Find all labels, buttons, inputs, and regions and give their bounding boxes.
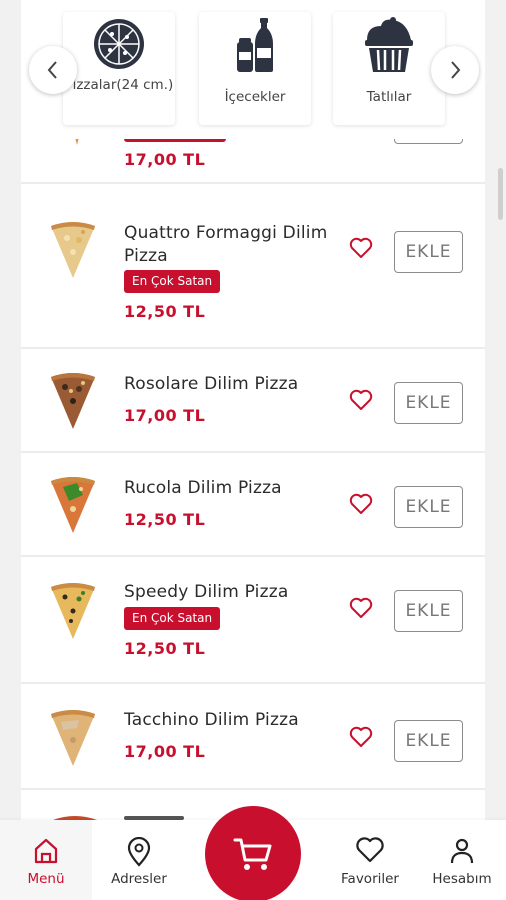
- chevron-right-icon: [451, 61, 461, 79]
- pizza-slice-image: [51, 583, 95, 639]
- heart-icon[interactable]: [349, 726, 373, 748]
- nav-label: Favoriler: [341, 871, 399, 887]
- heart-icon[interactable]: [349, 237, 373, 259]
- nav-label: Hesabım: [432, 871, 492, 887]
- product-name: Tacchino Dilim Pizza: [124, 710, 299, 730]
- user-icon: [450, 838, 474, 864]
- heart-icon[interactable]: [349, 493, 373, 515]
- product-price: 12,50 TL: [124, 302, 206, 321]
- pizza-slice-image: [51, 477, 95, 533]
- nav-label: Adresler: [111, 871, 167, 887]
- pizza-icon: [94, 19, 144, 69]
- product-price: 12,50 TL: [124, 510, 206, 529]
- product-name: Rosolare Dilim Pizza: [124, 374, 299, 394]
- pizza-slice-image: [51, 373, 95, 429]
- drinks-icon: [237, 18, 273, 72]
- list-item[interactable]: Rosolare Dilim Pizza 17,00 TL EKLE: [21, 351, 485, 453]
- category-desserts[interactable]: Tatlılar: [333, 12, 445, 125]
- category-label: Pizzalar(24 cm.): [64, 77, 174, 93]
- home-icon: [34, 838, 58, 864]
- category-pizzas[interactable]: Pizzalar(24 cm.): [63, 12, 175, 125]
- best-seller-badge: En Çok Satan: [124, 607, 221, 630]
- cupcake-icon: [365, 17, 413, 72]
- pizza-slice-image: [51, 222, 95, 278]
- list-item[interactable]: Tacchino Dilim Pizza 17,00 TL EKLE: [21, 686, 485, 790]
- pizza-slice-image: [51, 710, 95, 766]
- heart-icon: [356, 837, 384, 863]
- add-button[interactable]: EKLE: [394, 382, 463, 424]
- list-item[interactable]: Rucola Dilim Pizza 12,50 TL EKLE: [21, 455, 485, 557]
- product-name: Rucola Dilim Pizza: [124, 478, 282, 498]
- product-price: 12,50 TL: [124, 639, 206, 658]
- category-bar: Pizzalar(24 cm.) İçecekler Tatlılar: [21, 0, 485, 139]
- category-label: Tatlılar: [366, 89, 412, 105]
- category-drinks[interactable]: İçecekler: [199, 12, 311, 125]
- add-button[interactable]: EKLE: [394, 590, 463, 632]
- list-item[interactable]: Speedy Dilim Pizza En Çok Satan 12,50 TL…: [21, 559, 485, 684]
- add-button[interactable]: EKLE: [394, 720, 463, 762]
- list-item[interactable]: Quattro Formaggi Dilim Pizza En Çok Sata…: [21, 196, 485, 349]
- nav-favorites[interactable]: Favoriler: [322, 820, 418, 900]
- category-prev-button[interactable]: [29, 46, 77, 94]
- add-button[interactable]: EKLE: [394, 486, 463, 528]
- nav-menu[interactable]: Menü: [0, 820, 92, 900]
- nav-addresses[interactable]: Adresler: [92, 820, 186, 900]
- product-name: Speedy Dilim Pizza: [124, 582, 289, 602]
- heart-icon[interactable]: [349, 389, 373, 411]
- location-pin-icon: [127, 837, 151, 867]
- add-button[interactable]: EKLE: [394, 231, 463, 273]
- product-price: 17,00 TL: [124, 406, 206, 425]
- cart-button[interactable]: [205, 806, 301, 900]
- product-name: Quattro Formaggi Dilim Pizza: [124, 223, 328, 266]
- category-label: İçecekler: [224, 89, 286, 105]
- category-next-button[interactable]: [431, 46, 479, 94]
- chevron-left-icon: [47, 61, 57, 79]
- product-price: 17,00 TL: [124, 742, 206, 761]
- best-seller-badge: En Çok Satan: [124, 270, 221, 293]
- cart-icon: [233, 838, 272, 870]
- scrollbar[interactable]: [498, 168, 503, 220]
- nav-account[interactable]: Hesabım: [418, 820, 506, 900]
- heart-icon[interactable]: [349, 597, 373, 619]
- product-price: 17,00 TL: [124, 150, 206, 169]
- nav-label: Menü: [27, 871, 65, 887]
